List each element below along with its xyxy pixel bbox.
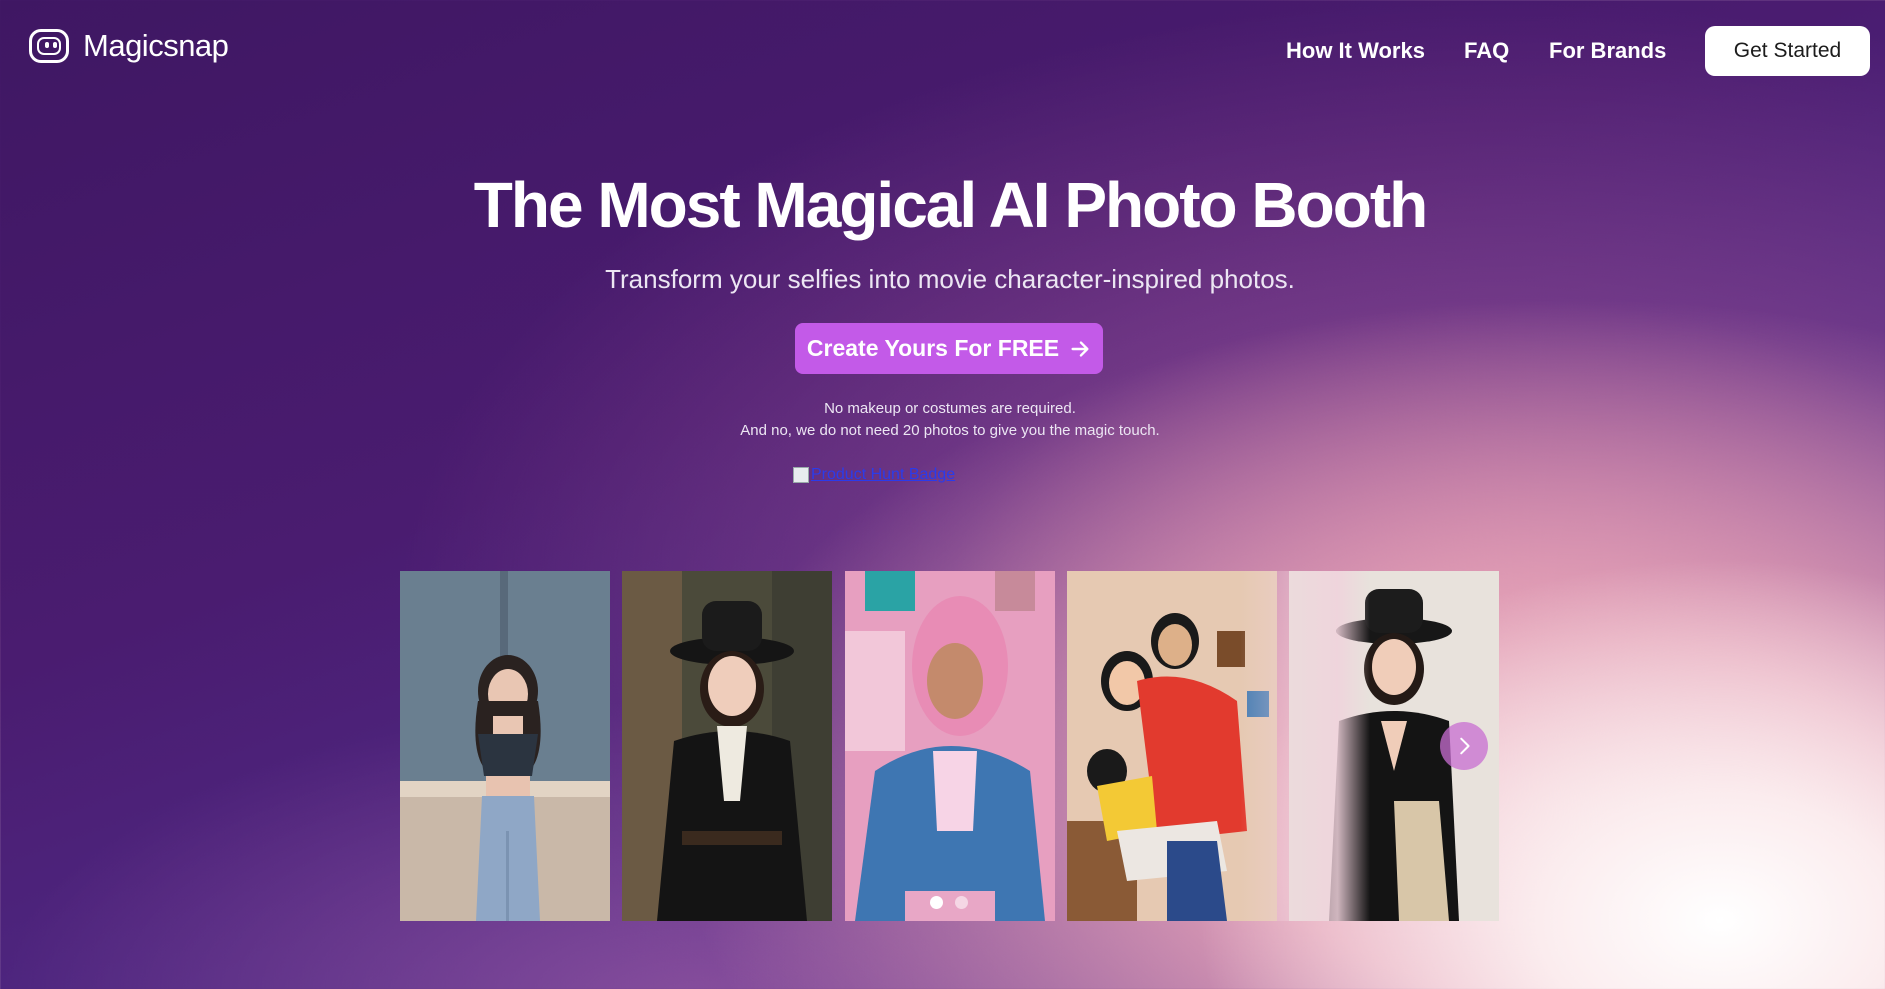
robot-face-icon: [29, 29, 69, 63]
top-nav: Magicsnap How It Works FAQ For Brands Ge…: [0, 0, 1885, 100]
get-started-button[interactable]: Get Started: [1705, 26, 1870, 76]
brand-name: Magicsnap: [83, 28, 229, 63]
nav-link-faq[interactable]: FAQ: [1464, 38, 1509, 64]
carousel-photo-3[interactable]: [845, 571, 1055, 921]
brand-logo[interactable]: Magicsnap: [29, 28, 229, 64]
photo-man-pink-hair: [845, 571, 1055, 921]
note-line-1: No makeup or costumes are required.: [824, 400, 1076, 417]
chevron-right-icon: [1460, 737, 1470, 755]
nav-link-how-it-works[interactable]: How It Works: [1286, 38, 1425, 64]
product-hunt-badge[interactable]: Product Hunt Badge: [793, 466, 955, 484]
carousel-dot-2[interactable]: [955, 896, 968, 909]
hero-subtitle: Transform your selfies into movie charac…: [605, 264, 1295, 294]
product-hunt-badge-alt: Product Hunt Badge: [811, 466, 956, 483]
note-line-2: And no, we do not need 20 photos to give…: [740, 422, 1160, 439]
nav-link-for-brands[interactable]: For Brands: [1549, 38, 1666, 64]
hero-title: The Most Magical AI Photo Booth: [473, 169, 1428, 241]
carousel-dot-1[interactable]: [930, 896, 943, 909]
arrow-right-icon: [1071, 340, 1089, 357]
create-yours-label: Create Yours For FREE: [806, 335, 1060, 361]
photo-woman-tank-top: [400, 571, 610, 921]
carousel-photo-1[interactable]: [400, 571, 610, 921]
carousel-next-button[interactable]: [1440, 722, 1488, 770]
photo-carousel: [400, 571, 1500, 921]
carousel-photo-2[interactable]: [622, 571, 832, 921]
broken-image-icon: [793, 467, 809, 483]
create-yours-button[interactable]: Create Yours For FREE: [795, 323, 1103, 374]
photo-illustrated-family: [1067, 571, 1277, 921]
photo-woman-black-hat: [622, 571, 832, 921]
carousel-photo-4[interactable]: [1067, 571, 1277, 921]
